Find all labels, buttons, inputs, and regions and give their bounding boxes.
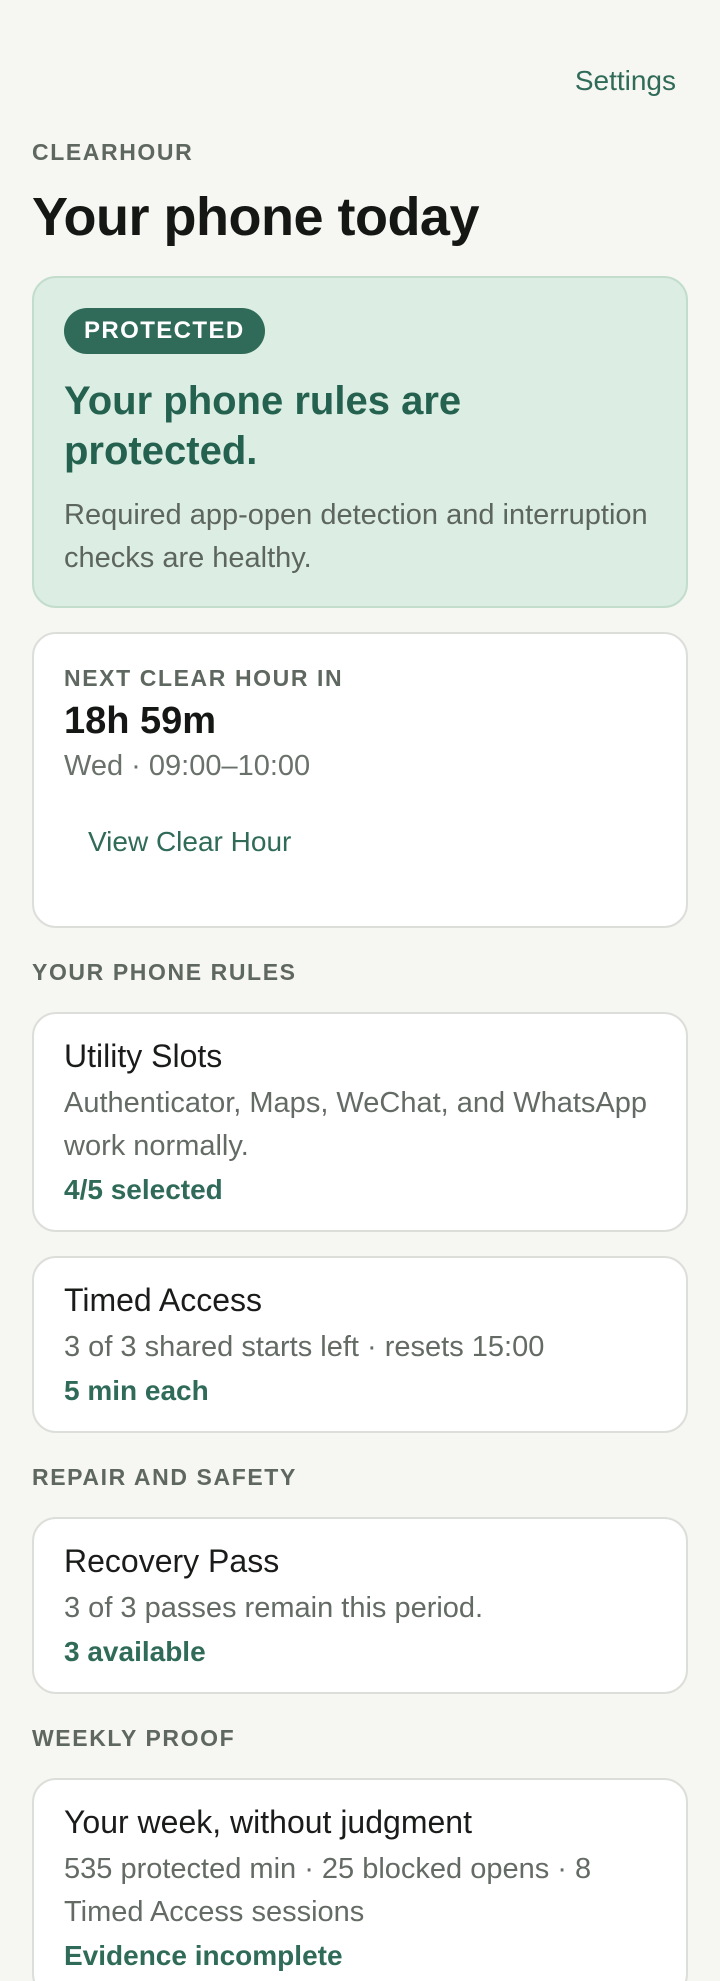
timed-access-duration: 5 min each [64,1375,209,1406]
app-name-label: CLEARHOUR [32,139,194,165]
recovery-pass-description: 3 of 3 passes remain this period. [64,1592,484,1624]
utility-slots-title: Utility Slots [64,1038,223,1074]
next-clear-hour-label: NEXT CLEAR HOUR IN [64,665,344,691]
utility-slots-count: 4/5 selected [64,1174,223,1205]
timed-access-title: Timed Access [64,1282,262,1318]
recovery-pass-available: 3 available [64,1636,206,1667]
timed-access-description: 3 of 3 shared starts left · resets 15:00 [64,1331,545,1363]
weekly-proof-status: Evidence incomplete [64,1940,343,1971]
countdown-value: 18h 59m [64,700,217,742]
status-heading: Your phone rules are protected. [64,379,462,473]
section-label-phone-rules: YOUR PHONE RULES [32,959,297,985]
next-clear-hour-card: NEXT CLEAR HOUR IN 18h 59m Wed · 09:00–1… [32,632,688,928]
clear-hour-schedule: Wed · 09:00–10:00 [64,750,311,782]
timed-access-card[interactable]: Timed Access 3 of 3 shared starts left ·… [32,1256,688,1433]
utility-slots-card[interactable]: Utility Slots Authenticator, Maps, WeCha… [32,1012,688,1232]
top-bar: Settings [32,0,688,134]
settings-button[interactable]: Settings [575,64,676,98]
page-title: Your phone today [32,187,480,247]
weekly-proof-title: Your week, without judgment [64,1804,472,1840]
recovery-pass-card[interactable]: Recovery Pass 3 of 3 passes remain this … [32,1517,688,1694]
protection-status-card: PROTECTED Your phone rules are protected… [32,276,688,608]
weekly-proof-card[interactable]: Your week, without judgment 535 protecte… [32,1778,688,1981]
home-screen: Settings CLEARHOUR Your phone today PROT… [0,0,720,1981]
status-badge: PROTECTED [64,308,265,354]
utility-slots-description: Authenticator, Maps, WeChat, and WhatsAp… [64,1087,648,1162]
section-label-repair-safety: REPAIR AND SAFETY [32,1464,297,1490]
weekly-proof-summary: 535 protected min · 25 blocked opens · 8… [64,1853,592,1928]
status-description: Required app-open detection and interrup… [64,499,648,574]
section-label-weekly-proof: WEEKLY PROOF [32,1725,236,1751]
view-clear-hour-button[interactable]: View Clear Hour [88,824,291,860]
recovery-pass-title: Recovery Pass [64,1543,280,1579]
